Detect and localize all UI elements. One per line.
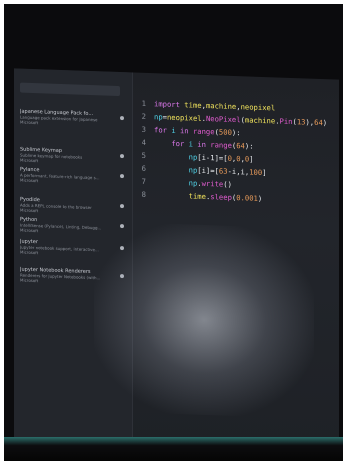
code-token: [i]=[ — [197, 165, 219, 176]
extension-item[interactable]: Japanese Language Pack fo... Language pac… — [20, 109, 126, 129]
code-token: ) — [257, 193, 263, 203]
line-number: 5 — [141, 150, 146, 160]
extension-item[interactable]: Pyodide Adds a REPL console to the browse… — [20, 197, 126, 217]
code-token: for — [154, 125, 172, 135]
code-token: Pin — [279, 116, 293, 127]
extension-item[interactable]: Jupyter Notebook Renderers Renderers for … — [20, 267, 126, 287]
code-token: np — [154, 112, 163, 122]
code-token: ), — [305, 117, 315, 127]
code-token: ): — [231, 127, 241, 138]
code-token: 100 — [249, 167, 263, 177]
code-token: 0.001 — [236, 193, 258, 203]
code-token: -i,i, — [227, 166, 250, 177]
extension-item[interactable]: Python IntelliSense (Pylance), Linting, D… — [20, 217, 126, 237]
code-token: sleep — [210, 192, 232, 202]
code-line: 8 time.sleep(0.001) — [132, 189, 263, 206]
gear-icon[interactable] — [120, 274, 124, 279]
monitor-screen: Japanese Language Pack fo... Language pac… — [14, 68, 339, 460]
code-token: 64 — [236, 141, 245, 151]
line-number: 4 — [141, 137, 146, 147]
code-token: import — [154, 99, 185, 110]
gear-icon[interactable] — [120, 116, 124, 121]
gear-icon[interactable] — [120, 224, 124, 229]
photo-frame: Japanese Language Pack fo... Language pac… — [4, 4, 343, 461]
extension-item[interactable]: Jupyter Jupyter notebook support, interac… — [20, 239, 126, 259]
code-token: ] — [262, 167, 267, 178]
code-token: for — [171, 138, 189, 149]
code-token: 64 — [314, 117, 323, 128]
code-token: machine — [205, 101, 237, 112]
code-token: in — [179, 126, 193, 136]
code-token: ) — [322, 118, 328, 128]
code-token: time — [184, 100, 202, 110]
line-number: 3 — [141, 124, 146, 134]
code-token: neopixel — [166, 112, 202, 123]
gear-icon[interactable] — [120, 246, 124, 251]
extensions-sidebar: Japanese Language Pack fo... Language pac… — [14, 68, 133, 453]
code-token: ] — [249, 154, 254, 164]
code-token: range — [192, 126, 215, 137]
code-token: np — [188, 178, 198, 188]
code-token: machine — [244, 115, 276, 126]
gear-icon[interactable] — [120, 204, 124, 209]
code-token: ): — [244, 141, 254, 151]
line-number: 8 — [141, 189, 146, 199]
code-token: i — [188, 139, 198, 149]
code-token: np — [188, 152, 198, 162]
gear-icon[interactable] — [120, 174, 124, 179]
gear-icon[interactable] — [120, 154, 124, 159]
code-token: np — [188, 165, 198, 175]
code-token: in — [197, 139, 211, 150]
code-token: write — [201, 178, 224, 189]
code-token: time — [188, 191, 206, 202]
code-token: () — [223, 179, 232, 189]
extensions-search-input[interactable] — [20, 82, 120, 97]
code-token: 500 — [218, 127, 232, 137]
code-token: i — [171, 125, 180, 136]
extension-list: Japanese Language Pack fo... Language pac… — [14, 68, 132, 283]
code-token: range — [210, 140, 232, 150]
line-number: 1 — [141, 98, 146, 108]
code-token: neopixel — [240, 102, 276, 113]
monitor-bezel — [4, 437, 343, 461]
code-token: 63 — [218, 166, 228, 176]
code-token: [i-1]=[ — [197, 152, 228, 163]
line-number: 2 — [141, 111, 146, 121]
code-editor[interactable]: 1 import time,machine,neopixel 2 np=neopixe… — [132, 72, 339, 459]
code-lines: 1 import time,machine,neopixel 2 np=neopixe… — [132, 72, 339, 203]
code-token: NeoPixel — [205, 114, 241, 125]
line-number: 6 — [141, 163, 146, 173]
line-number: 7 — [141, 176, 146, 186]
extension-item[interactable]: Sublime Keymap Sublime keymap for noteboo… — [20, 147, 126, 167]
extension-item[interactable]: Pylance A performant, feature-rich langua… — [20, 167, 126, 187]
